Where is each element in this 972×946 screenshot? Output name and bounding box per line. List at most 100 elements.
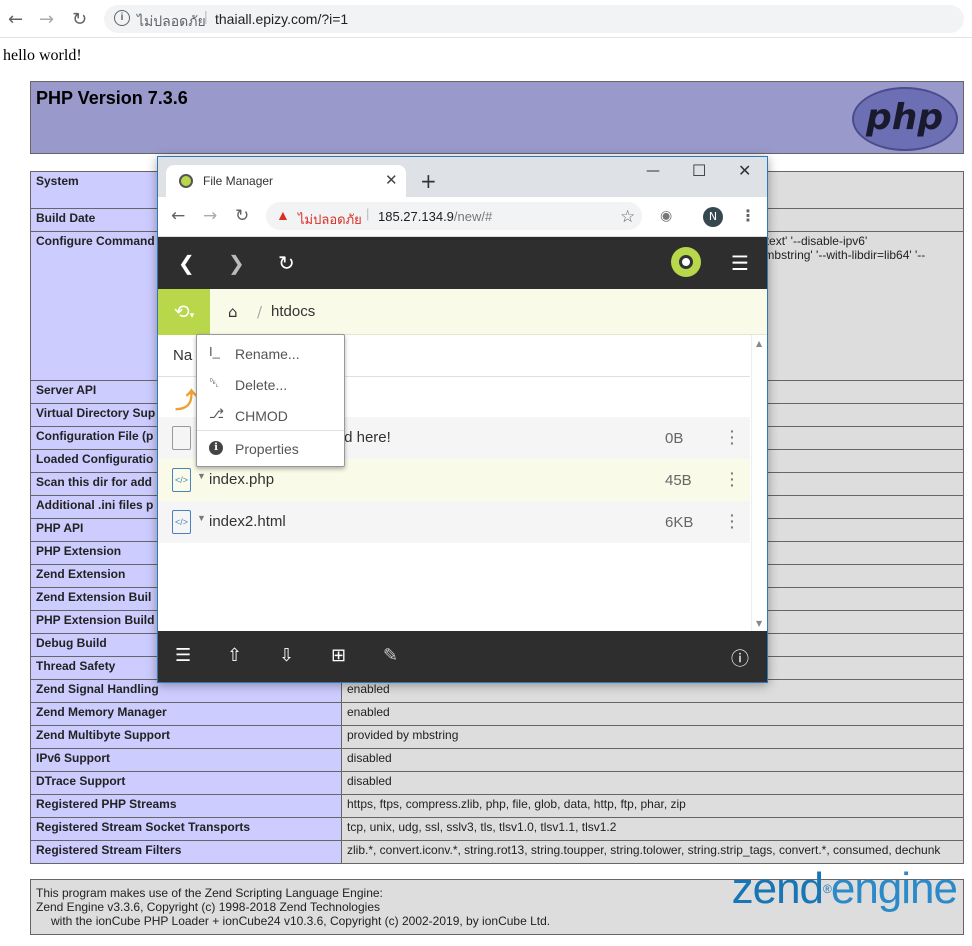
fm-top-toolbar: ❮ ❯ ↻ ☰	[158, 237, 767, 289]
back-arrow-icon[interactable]: ←	[8, 9, 23, 30]
file-name[interactable]: index2.html	[209, 513, 286, 530]
row-menu-icon[interactable]: · · ·	[730, 466, 735, 492]
code-file-icon: </>	[172, 468, 191, 492]
mascot-logo-icon	[671, 247, 701, 277]
column-name-header[interactable]: Na	[173, 347, 192, 364]
chevron-down-icon[interactable]: ▼	[197, 513, 206, 523]
file-name[interactable]: index.php	[209, 471, 274, 488]
warning-icon: ▲	[276, 207, 290, 223]
address-bar[interactable]: i ไม่ปลอดภัย | thaiall.epizy.com/?i=1	[104, 5, 964, 33]
home-icon[interactable]: ⌂	[228, 303, 238, 321]
php-logo: php	[852, 87, 958, 151]
bookmark-star-icon[interactable]: ☆	[620, 207, 635, 227]
info-key: Zend Memory Manager	[30, 702, 342, 726]
php-version-title: PHP Version 7.3.6	[36, 88, 188, 108]
close-window-icon[interactable]: ✕	[738, 161, 751, 180]
info-key: Registered Stream Filters	[30, 840, 342, 864]
info-icon[interactable]: i	[114, 10, 130, 26]
history-button[interactable]: ⟲▾	[158, 289, 210, 335]
more-menu-icon[interactable]: ⋮	[740, 206, 756, 225]
php-logo-text: php	[866, 97, 944, 138]
tab-file-manager[interactable]: File Manager ✕	[166, 165, 406, 197]
maximize-icon[interactable]: ☐	[692, 161, 706, 180]
popup-url[interactable]: 185.27.134.9/new/#	[378, 209, 492, 224]
info-row: Registered Stream Socket Transports tcp, …	[30, 817, 964, 841]
php-header: PHP Version 7.3.6 php	[30, 81, 964, 154]
close-tab-icon[interactable]: ✕	[385, 171, 398, 189]
info-row: Registered PHP Streams https, ftps, compr…	[30, 794, 964, 818]
breadcrumb-current-dir[interactable]: htdocs	[271, 303, 315, 320]
popup-url-host: 185.27.134.9	[378, 209, 454, 224]
popup-toolbar: ← → ↻ ▲ ไม่ปลอดภัย | 185.27.134.9/new/# …	[158, 197, 767, 237]
avatar[interactable]: N	[703, 207, 723, 227]
list-menu-icon[interactable]: ☰	[175, 645, 191, 666]
file-size: 6KB	[665, 514, 694, 531]
tab-title: File Manager	[203, 174, 274, 188]
info-row: Registered Stream Filters zlib.*, convert…	[30, 840, 964, 864]
fm-bottom-toolbar: ☰ ⇧ ⇩ ⊞ ✎ ⓘ	[158, 631, 767, 682]
camera-icon[interactable]: ◉	[660, 208, 672, 224]
nav-forward-icon[interactable]: ❯	[228, 251, 245, 275]
row-menu-icon[interactable]: · · ·	[730, 508, 735, 534]
history-icon: ⟲	[173, 301, 190, 323]
info-key: IPv6 Support	[30, 748, 342, 772]
context-menu-item[interactable]: ℹ Properties	[197, 433, 344, 463]
info-value: https, ftps, compress.zlib, php, file, g…	[341, 794, 964, 818]
download-icon[interactable]: ⇩	[279, 645, 294, 666]
breadcrumb-separator: /	[257, 303, 263, 321]
context-menu: I_ Rename... ␡ Delete... ⎇ CHMOD ℹ Properties	[196, 334, 345, 467]
chevron-down-icon[interactable]: ▼	[197, 471, 206, 481]
context-menu-label: CHMOD	[235, 408, 288, 424]
zend-line-3: with the ionCube PHP Loader + ionCube24 …	[51, 914, 551, 928]
row-menu-icon[interactable]: · · ·	[730, 424, 735, 450]
info-row: Zend Memory Manager enabled	[30, 702, 964, 726]
scrollbar[interactable]: ▲ ▼	[751, 335, 767, 631]
info-icon[interactable]: ⓘ	[731, 645, 749, 671]
zend-logo-part-a: zend	[731, 864, 824, 913]
info-key: Registered PHP Streams	[30, 794, 342, 818]
upload-icon[interactable]: ⇧	[227, 645, 242, 666]
context-menu-item[interactable]: I_ Rename...	[197, 338, 344, 368]
refresh-icon[interactable]: ↻	[278, 251, 295, 275]
forward-arrow-icon[interactable]: →	[39, 9, 54, 30]
info-value: enabled	[341, 702, 964, 726]
file-row[interactable]: </> ▼ index2.html 6KB · · ·	[158, 501, 750, 543]
info-row: IPv6 Support disabled	[30, 748, 964, 772]
context-menu-label: Rename...	[235, 346, 300, 362]
new-tab-icon[interactable]: +	[420, 169, 437, 193]
context-menu-item[interactable]: ⎇ CHMOD	[197, 400, 344, 430]
zend-box: This program makes use of the Zend Scrip…	[30, 867, 964, 935]
context-menu-item[interactable]: ␡ Delete...	[197, 369, 344, 399]
nav-back-icon[interactable]: ❮	[178, 251, 195, 275]
popup-address-separator: |	[366, 206, 370, 221]
security-label: ไม่ปลอดภัย	[137, 13, 206, 29]
file-icon	[172, 426, 191, 450]
info-row: Zend Multibyte Support provided by mbstri…	[30, 725, 964, 749]
hamburger-menu-icon[interactable]: ☰	[731, 251, 749, 275]
info-value: disabled	[341, 771, 964, 795]
scroll-down-icon[interactable]: ▼	[756, 619, 762, 628]
popup-address-bar[interactable]: ▲ ไม่ปลอดภัย | 185.27.134.9/new/#	[266, 202, 642, 230]
key-icon: ⎇	[209, 406, 224, 421]
info-key: Zend Multibyte Support	[30, 725, 342, 749]
reload-icon[interactable]: ↻	[235, 206, 249, 226]
tab-strip: File Manager ✕ + — ☐ ✕	[158, 157, 767, 197]
forward-arrow-icon[interactable]: →	[203, 206, 217, 226]
back-arrow-icon[interactable]: ←	[171, 206, 185, 226]
minimize-icon[interactable]: —	[646, 163, 660, 179]
scroll-up-icon[interactable]: ▲	[756, 339, 762, 348]
context-menu-label: Delete...	[235, 377, 288, 393]
new-item-icon[interactable]: ⊞	[331, 645, 346, 666]
address-separator: |	[204, 8, 208, 24]
file-size: 45B	[665, 472, 692, 489]
url-text[interactable]: thaiall.epizy.com/?i=1	[215, 11, 348, 27]
edit-icon[interactable]: ✎	[383, 645, 398, 666]
browser-toolbar: ← → ↻ i ไม่ปลอดภัย | thaiall.epizy.com/?…	[0, 0, 972, 38]
info-icon: ℹ	[209, 441, 223, 455]
reload-icon[interactable]: ↻	[72, 9, 87, 30]
favicon-icon	[179, 174, 193, 188]
popup-url-path: /new/#	[453, 209, 493, 224]
up-arrow-icon: ⤴	[175, 389, 198, 414]
hello-text: hello world!	[3, 47, 82, 64]
popup-security-label: ไม่ปลอดภัย	[298, 212, 362, 227]
